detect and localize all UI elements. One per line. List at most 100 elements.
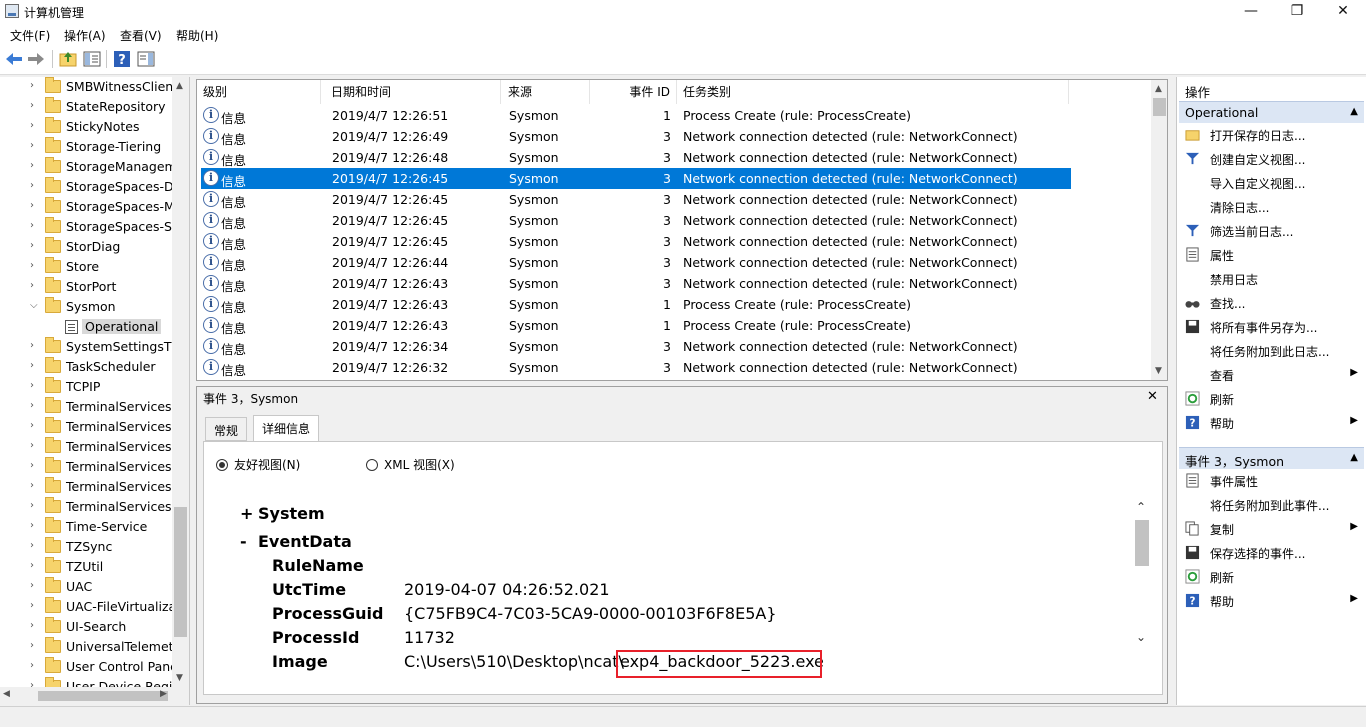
column-source[interactable]: 来源 [502, 80, 590, 104]
chevron-right-icon[interactable]: › [30, 580, 34, 591]
tree-item[interactable]: › UAC [0, 577, 172, 597]
detail-scroll-thumb[interactable] [1135, 520, 1149, 566]
action-item[interactable]: 将所有事件另存为... [1179, 316, 1364, 338]
tree-item[interactable]: › Store [0, 257, 172, 277]
minimize-button[interactable]: — [1228, 0, 1274, 24]
chevron-right-icon[interactable]: › [30, 220, 34, 231]
tree-item[interactable]: › StorDiag [0, 237, 172, 257]
action-item[interactable]: 查找... [1179, 292, 1364, 314]
chevron-right-icon[interactable]: › [30, 520, 34, 531]
action-item[interactable]: 将任务附加到此事件... [1179, 494, 1364, 516]
chevron-right-icon[interactable]: › [30, 500, 34, 511]
action-item[interactable]: 刷新 [1179, 388, 1364, 410]
tree-item[interactable]: › StorageSpaces-M [0, 197, 175, 217]
system-toggle[interactable]: + [240, 504, 253, 523]
scroll-up-icon[interactable]: ⌃ [1136, 500, 1146, 514]
tree-item[interactable]: › StateRepository [0, 97, 172, 117]
tree-item[interactable]: › UAC-FileVirtualizat [0, 597, 181, 617]
actions-section-operational[interactable]: Operational ▲ [1179, 101, 1364, 123]
tab-general[interactable]: 常规 [205, 417, 248, 441]
table-row[interactable]: i 信息 2019/4/7 12:26:44 Sysmon 3 Network conne… [201, 252, 1071, 273]
scroll-up-icon[interactable]: ▲ [1155, 84, 1162, 94]
table-row[interactable]: i 信息 2019/4/7 12:26:51 Sysmon 1 Process Creat… [201, 105, 1071, 126]
tree-scroll-thumb[interactable] [174, 507, 187, 637]
tree-item[interactable]: › UI-Search [0, 617, 172, 637]
scroll-down-icon[interactable]: ⌄ [1136, 630, 1146, 644]
table-row[interactable]: i 信息 2019/4/7 12:26:34 Sysmon 3 Network conne… [201, 336, 1071, 357]
chevron-right-icon[interactable]: › [30, 640, 34, 651]
table-row[interactable]: i 信息 2019/4/7 12:26:48 Sysmon 3 Network conne… [201, 147, 1071, 168]
scroll-up-icon[interactable]: ▲ [176, 81, 183, 91]
action-item[interactable]: ? 帮助 ▶ [1179, 590, 1364, 612]
chevron-down-icon[interactable]: ⌵ [30, 300, 38, 311]
menu-action[interactable]: 操作(A) [64, 27, 106, 44]
tree-item[interactable]: › TZUtil [0, 557, 172, 577]
action-item[interactable]: 事件属性 [1179, 470, 1364, 492]
eventdata-toggle[interactable]: - [240, 532, 247, 551]
table-row[interactable]: i 信息 2019/4/7 12:26:43 Sysmon 1 Process Creat… [201, 315, 1071, 336]
show-hide-action-pane-icon[interactable] [136, 49, 156, 69]
tree-item[interactable]: ⌵ Sysmon [0, 297, 172, 317]
action-item[interactable]: ? 帮助 ▶ [1179, 412, 1364, 434]
table-row[interactable]: i 信息 2019/4/7 12:26:45 Sysmon 3 Network conne… [201, 189, 1071, 210]
maximize-button[interactable]: ❐ [1274, 0, 1320, 24]
chevron-right-icon[interactable]: › [30, 240, 34, 251]
table-row[interactable]: i 信息 2019/4/7 12:26:49 Sysmon 3 Network conne… [201, 126, 1071, 147]
column-datetime[interactable]: 日期和时间 [325, 80, 501, 104]
tree-item[interactable]: › Storage-Tiering [0, 137, 172, 157]
table-row[interactable]: i 信息 2019/4/7 12:26:45 Sysmon 3 Network conne… [201, 168, 1071, 189]
tree-horizontal-scrollbar[interactable]: ◀ ▶ [0, 687, 189, 705]
action-item[interactable]: 属性 [1179, 244, 1364, 266]
chevron-right-icon[interactable]: › [30, 440, 34, 451]
chevron-right-icon[interactable]: › [30, 480, 34, 491]
action-item[interactable]: 禁用日志 [1179, 268, 1364, 290]
chevron-right-icon[interactable]: › [30, 540, 34, 551]
scroll-down-icon[interactable]: ▼ [176, 673, 183, 683]
tree-item[interactable]: › TerminalServices-F [0, 457, 183, 477]
action-item[interactable]: 创建自定义视图... [1179, 148, 1364, 170]
action-item[interactable]: 保存选择的事件... [1179, 542, 1364, 564]
up-folder-icon[interactable] [58, 49, 78, 69]
tree-item[interactable]: › User Control Pane [0, 657, 178, 677]
tree-vertical-scrollbar[interactable]: ▲ ▼ [172, 77, 189, 687]
friendly-view-radio[interactable]: 友好视图(N) [216, 456, 300, 473]
show-hide-console-tree-icon[interactable] [82, 49, 102, 69]
action-item[interactable]: 筛选当前日志... [1179, 220, 1364, 242]
action-item[interactable]: 刷新 [1179, 566, 1364, 588]
tree-item[interactable]: › TCPIP [0, 377, 172, 397]
chevron-right-icon[interactable]: › [30, 140, 34, 151]
chevron-right-icon[interactable]: › [30, 160, 34, 171]
chevron-right-icon[interactable]: › [30, 560, 34, 571]
column-event-id[interactable]: 事件 ID [591, 80, 677, 104]
list-vertical-scrollbar[interactable]: ▲ ▼ [1151, 80, 1167, 380]
tree-item-selected[interactable]: Operational [0, 317, 172, 337]
action-item[interactable]: 将任务附加到此日志... [1179, 340, 1364, 362]
chevron-right-icon[interactable]: › [30, 600, 34, 611]
scroll-down-icon[interactable]: ▼ [1155, 366, 1162, 376]
xml-view-radio[interactable]: XML 视图(X) [366, 456, 455, 473]
chevron-right-icon[interactable]: › [30, 260, 34, 271]
detail-vertical-scrollbar[interactable]: ⌃ ⌄ [1132, 442, 1150, 676]
help-icon[interactable]: ? [112, 49, 132, 69]
action-item[interactable]: 清除日志... [1179, 196, 1364, 218]
chevron-right-icon[interactable]: › [30, 100, 34, 111]
table-row[interactable]: i 信息 2019/4/7 12:26:45 Sysmon 3 Network conne… [201, 210, 1071, 231]
back-arrow-icon[interactable] [4, 49, 24, 69]
tree-item[interactable]: › UniversalTelemetr [0, 637, 179, 657]
action-item[interactable]: 查看 ▶ [1179, 364, 1364, 386]
tree-item[interactable]: › TaskScheduler [0, 357, 172, 377]
column-task-category[interactable]: 任务类别 [677, 80, 1069, 104]
chevron-right-icon[interactable]: › [30, 620, 34, 631]
close-button[interactable]: ✕ [1320, 0, 1366, 24]
actions-section-event[interactable]: 事件 3，Sysmon ▲ [1179, 447, 1364, 469]
chevron-right-icon[interactable]: › [30, 420, 34, 431]
chevron-right-icon[interactable]: › [30, 280, 34, 291]
chevron-right-icon[interactable]: › [30, 180, 34, 191]
table-row[interactable]: i 信息 2019/4/7 12:26:45 Sysmon 3 Network conne… [201, 231, 1071, 252]
forward-arrow-icon[interactable] [26, 49, 46, 69]
tree-item[interactable]: › TerminalServices-L [0, 437, 183, 457]
chevron-right-icon[interactable]: › [30, 120, 34, 131]
table-row[interactable]: i 信息 2019/4/7 12:26:32 Sysmon 3 Network conne… [201, 357, 1071, 378]
tree-item[interactable]: › StorageSpaces-Sp [0, 217, 180, 237]
chevron-right-icon[interactable]: › [30, 380, 34, 391]
